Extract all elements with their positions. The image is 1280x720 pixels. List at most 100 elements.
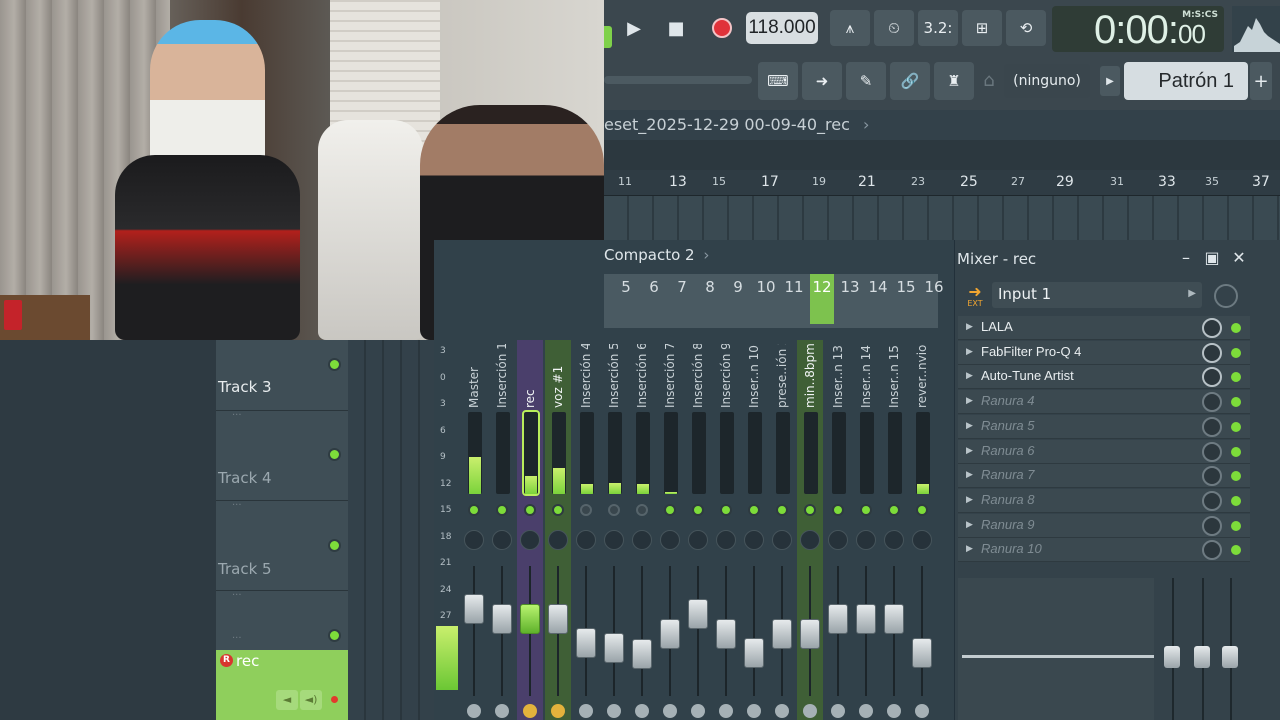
expand-arrow-icon[interactable]: ▶ xyxy=(966,495,973,505)
route-arrow-icon[interactable] xyxy=(887,704,901,718)
mixer-strip[interactable]: Master xyxy=(461,340,487,720)
mixer-track-number[interactable]: 16 xyxy=(922,278,946,296)
route-arrow-icon[interactable] xyxy=(635,704,649,718)
route-arrow-icon[interactable] xyxy=(607,704,621,718)
route-arrow-icon[interactable] xyxy=(523,704,537,718)
tempo-display[interactable]: 118.000 xyxy=(746,12,818,44)
record-arm-icon[interactable]: R xyxy=(220,654,233,667)
expand-arrow-icon[interactable]: ▶ xyxy=(966,421,973,431)
effect-slot[interactable]: ▶ Ranura 8 xyxy=(958,488,1250,513)
latency-clock-icon[interactable] xyxy=(1214,284,1238,308)
pan-knob[interactable] xyxy=(604,530,624,550)
volume-fader[interactable] xyxy=(716,619,736,649)
stamp-icon[interactable]: ♜ xyxy=(934,62,974,100)
route-arrow-icon[interactable] xyxy=(859,704,873,718)
track-rec[interactable]: R rec ◄ ◄) xyxy=(216,650,348,720)
route-arrow-icon[interactable] xyxy=(551,704,565,718)
audio-input-select[interactable]: Input 1 ▶ xyxy=(992,282,1202,308)
mixer-track-number[interactable]: 5 xyxy=(614,278,638,296)
minimize-icon[interactable]: – xyxy=(1176,248,1196,268)
wait-icon[interactable]: ⏲ xyxy=(874,10,914,46)
track-grid[interactable] xyxy=(348,340,434,720)
pan-knob[interactable] xyxy=(632,530,652,550)
mixer-strip[interactable]: Inserción 7 xyxy=(657,340,683,720)
mixer-strip[interactable]: Inserción 4 xyxy=(573,340,599,720)
pan-fader[interactable] xyxy=(1194,646,1210,668)
strip-enable-led[interactable] xyxy=(692,504,704,516)
route-arrow-icon[interactable] xyxy=(915,704,929,718)
pattern-next-arrow[interactable]: ▶ xyxy=(1100,66,1120,96)
expand-arrow-icon[interactable]: ▶ xyxy=(966,520,973,530)
playlist-grid[interactable] xyxy=(604,196,1280,240)
track-name[interactable]: Track 5 xyxy=(218,560,272,578)
play-icon[interactable]: ▶ xyxy=(616,10,652,46)
pan-knob[interactable] xyxy=(576,530,596,550)
mixer-track-number[interactable]: 9 xyxy=(726,278,750,296)
slot-enable-led[interactable] xyxy=(1231,520,1241,531)
step-icon[interactable]: ⊞ xyxy=(962,10,1002,46)
mixer-strip[interactable]: Inser..n 15 xyxy=(881,340,907,720)
route-arrow-icon[interactable] xyxy=(691,704,705,718)
mixer-strip[interactable]: Inserción 6 xyxy=(629,340,655,720)
volume-fader[interactable] xyxy=(772,619,792,649)
strip-enable-led[interactable] xyxy=(916,504,928,516)
slot-enable-led[interactable] xyxy=(1231,421,1241,432)
strip-enable-led[interactable] xyxy=(720,504,732,516)
lock-icon[interactable]: ⌂ xyxy=(976,64,1002,96)
volume-fader[interactable] xyxy=(800,619,820,649)
input-routing-icon[interactable]: ➜ EXT xyxy=(962,282,988,312)
volume-fader[interactable] xyxy=(688,599,708,629)
mixer-strip[interactable]: Inserción 9 xyxy=(713,340,739,720)
pan-knob[interactable] xyxy=(772,530,792,550)
slot-enable-led[interactable] xyxy=(1231,397,1241,408)
mixer-strip[interactable]: Inser..n 13 xyxy=(825,340,851,720)
expand-arrow-icon[interactable]: ▶ xyxy=(966,470,973,480)
track-name[interactable]: Track 4 xyxy=(218,469,272,487)
slot-mix-knob[interactable] xyxy=(1202,540,1222,561)
song-time-display[interactable]: 0:00:00 M:S:CS xyxy=(1052,6,1224,52)
mixer-strip[interactable]: Inser..n 14 xyxy=(853,340,879,720)
effect-slot[interactable]: ▶ Ranura 5 xyxy=(958,414,1250,439)
stop-icon[interactable]: ■ xyxy=(658,10,694,46)
mixer-strip[interactable]: Inserción 5 xyxy=(601,340,627,720)
strip-enable-led[interactable] xyxy=(776,504,788,516)
volume-fader[interactable] xyxy=(520,604,540,634)
strip-enable-led[interactable] xyxy=(552,504,564,516)
slot-mix-knob[interactable] xyxy=(1202,466,1222,487)
slot-mix-knob[interactable] xyxy=(1202,515,1222,536)
effect-slot[interactable]: ▶ Ranura 6 xyxy=(958,439,1250,464)
effect-slot[interactable]: ▶ Ranura 9 xyxy=(958,513,1250,538)
strip-enable-led[interactable] xyxy=(888,504,900,516)
brush-icon[interactable]: ✎ xyxy=(846,62,886,100)
effect-slot[interactable]: ▶ Ranura 7 xyxy=(958,464,1250,489)
mixer-track-number[interactable]: 15 xyxy=(894,278,918,296)
track-resize-handle[interactable]: ··· xyxy=(232,590,242,601)
route-arrow-icon[interactable] xyxy=(467,704,481,718)
pan-knob[interactable] xyxy=(912,530,932,550)
mixer-strip[interactable]: Inserción 1 xyxy=(489,340,515,720)
pan-knob[interactable] xyxy=(856,530,876,550)
route-arrow-icon[interactable] xyxy=(495,704,509,718)
pan-knob[interactable] xyxy=(548,530,568,550)
pan-knob[interactable] xyxy=(828,530,848,550)
strip-enable-led[interactable] xyxy=(608,504,620,516)
record-dot-icon[interactable] xyxy=(331,696,338,703)
effect-slot[interactable]: ▶ Ranura 4 xyxy=(958,390,1250,415)
volume-fader[interactable] xyxy=(492,604,512,634)
master-pitch-slider[interactable] xyxy=(604,76,752,84)
effect-slot[interactable]: ▶ LALA xyxy=(958,316,1250,340)
pan-knob[interactable] xyxy=(744,530,764,550)
track-enable-led[interactable] xyxy=(328,358,341,371)
mixer-strip[interactable]: voz #1 xyxy=(545,340,571,720)
effect-slot[interactable]: ▶ Ranura 10 xyxy=(958,538,1250,563)
effect-slot[interactable]: ▶ FabFilter Pro-Q 4 xyxy=(958,340,1250,365)
add-pattern-button[interactable]: + xyxy=(1250,62,1272,100)
volume-fader[interactable] xyxy=(548,604,568,634)
slot-mix-knob[interactable] xyxy=(1202,318,1222,338)
pan-knob[interactable] xyxy=(464,530,484,550)
mixer-strip[interactable]: Inser..n 10 xyxy=(741,340,767,720)
slot-mix-knob[interactable] xyxy=(1202,342,1222,363)
slot-mix-knob[interactable] xyxy=(1202,490,1222,511)
mixer-strip[interactable]: Inserción 8 xyxy=(685,340,711,720)
strip-enable-led[interactable] xyxy=(496,504,508,516)
